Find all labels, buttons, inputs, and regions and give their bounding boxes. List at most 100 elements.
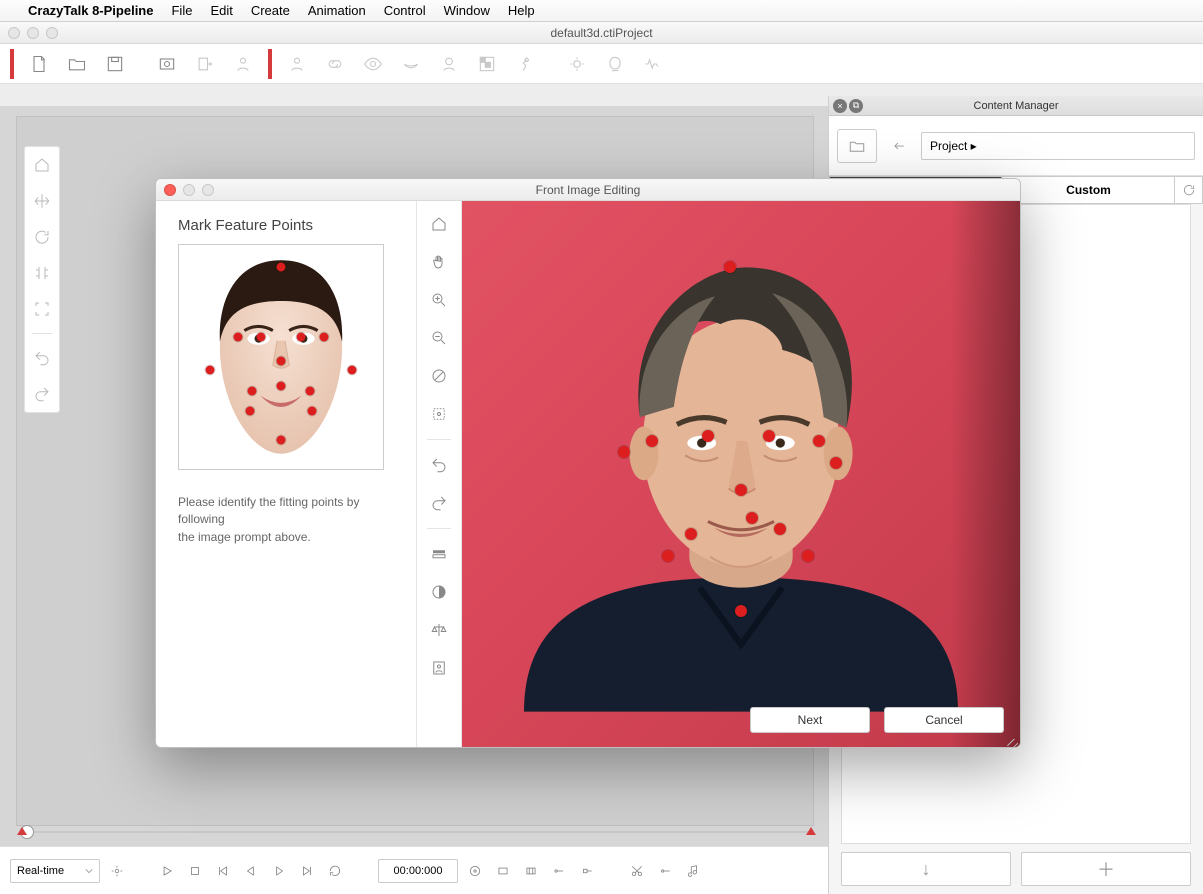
timecode-settings-button[interactable] <box>464 860 486 882</box>
checker-tool-button[interactable] <box>470 49 504 79</box>
timeline-slider[interactable] <box>20 822 813 842</box>
next-button[interactable]: Next <box>750 707 870 733</box>
feature-point-handle[interactable] <box>662 550 674 562</box>
eye-tool-button[interactable] <box>356 49 390 79</box>
feature-point-handle[interactable] <box>735 484 747 496</box>
face-tool-button[interactable] <box>432 49 466 79</box>
minimize-window-button[interactable] <box>27 27 39 39</box>
marker-b-button[interactable] <box>520 860 542 882</box>
range-slider-icon[interactable] <box>548 860 570 882</box>
feature-point-handle[interactable] <box>646 435 658 447</box>
add-content-button[interactable]: ＋ <box>1021 852 1191 886</box>
zoom-window-button[interactable] <box>46 27 58 39</box>
app-name[interactable]: CrazyTalk 8-Pipeline <box>28 3 153 18</box>
compare-button[interactable] <box>426 541 452 567</box>
portrait-crop-button[interactable] <box>426 655 452 681</box>
go-start-button[interactable] <box>212 860 234 882</box>
actor-button[interactable] <box>226 49 260 79</box>
zoom-out-button[interactable] <box>426 325 452 351</box>
save-file-button[interactable] <box>98 49 132 79</box>
feature-point-handle[interactable] <box>702 430 714 442</box>
modal-zoom-button[interactable] <box>202 184 214 196</box>
move-view-button[interactable] <box>30 189 54 213</box>
pan-button[interactable] <box>426 249 452 275</box>
feature-point-handle[interactable] <box>724 261 736 273</box>
timeline-start-marker[interactable] <box>17 827 27 835</box>
open-file-button[interactable] <box>60 49 94 79</box>
feature-point-handle[interactable] <box>618 446 630 458</box>
feature-point <box>277 382 286 391</box>
next-frame-button[interactable] <box>268 860 290 882</box>
cm-dock-button[interactable]: ⧉ <box>849 99 863 113</box>
zoom-in-button[interactable] <box>426 287 452 313</box>
menu-control[interactable]: Control <box>384 3 426 18</box>
head-tool-button[interactable] <box>280 49 314 79</box>
rotate-view-button[interactable] <box>30 225 54 249</box>
contrast-button[interactable] <box>426 579 452 605</box>
fit-view-button[interactable] <box>426 211 452 237</box>
tab-custom[interactable]: Custom <box>1002 176 1175 204</box>
feature-point-handle[interactable] <box>813 435 825 447</box>
link-tool-button[interactable] <box>318 49 352 79</box>
scale-view-button[interactable] <box>30 261 54 285</box>
audio-tool-button[interactable] <box>560 49 594 79</box>
feature-point <box>205 366 214 375</box>
volume-slider-icon[interactable] <box>654 860 676 882</box>
export-button[interactable] <box>188 49 222 79</box>
timecode-display[interactable]: 00:00:000 <box>378 859 458 883</box>
playback-mode-select[interactable]: Real-time <box>10 859 100 883</box>
music-note-icon[interactable] <box>682 860 704 882</box>
stop-button[interactable] <box>184 860 206 882</box>
motion-tool-button[interactable] <box>508 49 542 79</box>
feature-point-handle[interactable] <box>685 528 697 540</box>
feature-point-handle[interactable] <box>802 550 814 562</box>
timeline-end-marker[interactable] <box>806 827 816 835</box>
feature-point-handle[interactable] <box>774 523 786 535</box>
resize-handle[interactable] <box>1006 733 1018 745</box>
preview-button[interactable] <box>150 49 184 79</box>
menu-help[interactable]: Help <box>508 3 535 18</box>
balance-button[interactable] <box>426 617 452 643</box>
play-button[interactable] <box>156 860 178 882</box>
close-window-button[interactable] <box>8 27 20 39</box>
toolbar-separator <box>10 49 14 79</box>
photo-canvas[interactable] <box>462 201 1020 747</box>
back-icon[interactable] <box>887 139 911 153</box>
voice-tool-button[interactable] <box>598 49 632 79</box>
menu-window[interactable]: Window <box>444 3 490 18</box>
loop-button[interactable] <box>324 860 346 882</box>
modal-minimize-button[interactable] <box>183 184 195 196</box>
deselect-button[interactable] <box>426 363 452 389</box>
feature-point-handle[interactable] <box>830 457 842 469</box>
home-view-button[interactable] <box>30 153 54 177</box>
undo-edit-button[interactable] <box>426 452 452 478</box>
settings-icon[interactable] <box>106 860 128 882</box>
feature-point-handle[interactable] <box>735 605 747 617</box>
undo-button[interactable] <box>30 346 54 370</box>
menu-animation[interactable]: Animation <box>308 3 366 18</box>
redo-edit-button[interactable] <box>426 490 452 516</box>
prev-frame-button[interactable] <box>240 860 262 882</box>
frame-view-button[interactable] <box>30 297 54 321</box>
modal-close-button[interactable] <box>164 184 176 196</box>
go-end-button[interactable] <box>296 860 318 882</box>
mouth-tool-button[interactable] <box>394 49 428 79</box>
content-path-field[interactable]: Project ▸ <box>921 132 1195 160</box>
auto-tool-button[interactable] <box>636 49 670 79</box>
menu-file[interactable]: File <box>171 3 192 18</box>
apply-content-button[interactable]: ↓ <box>841 852 1011 886</box>
cut-button[interactable] <box>626 860 648 882</box>
refresh-button[interactable] <box>1175 176 1203 204</box>
range-box-icon[interactable] <box>576 860 598 882</box>
selection-grid-button[interactable] <box>426 401 452 427</box>
redo-button[interactable] <box>30 382 54 406</box>
menu-create[interactable]: Create <box>251 3 290 18</box>
feature-point-handle[interactable] <box>763 430 775 442</box>
feature-point-handle[interactable] <box>746 512 758 524</box>
cm-close-button[interactable]: × <box>833 99 847 113</box>
marker-a-button[interactable] <box>492 860 514 882</box>
new-file-button[interactable] <box>22 49 56 79</box>
menu-edit[interactable]: Edit <box>210 3 232 18</box>
folder-icon[interactable] <box>837 129 877 163</box>
cancel-button[interactable]: Cancel <box>884 707 1004 733</box>
